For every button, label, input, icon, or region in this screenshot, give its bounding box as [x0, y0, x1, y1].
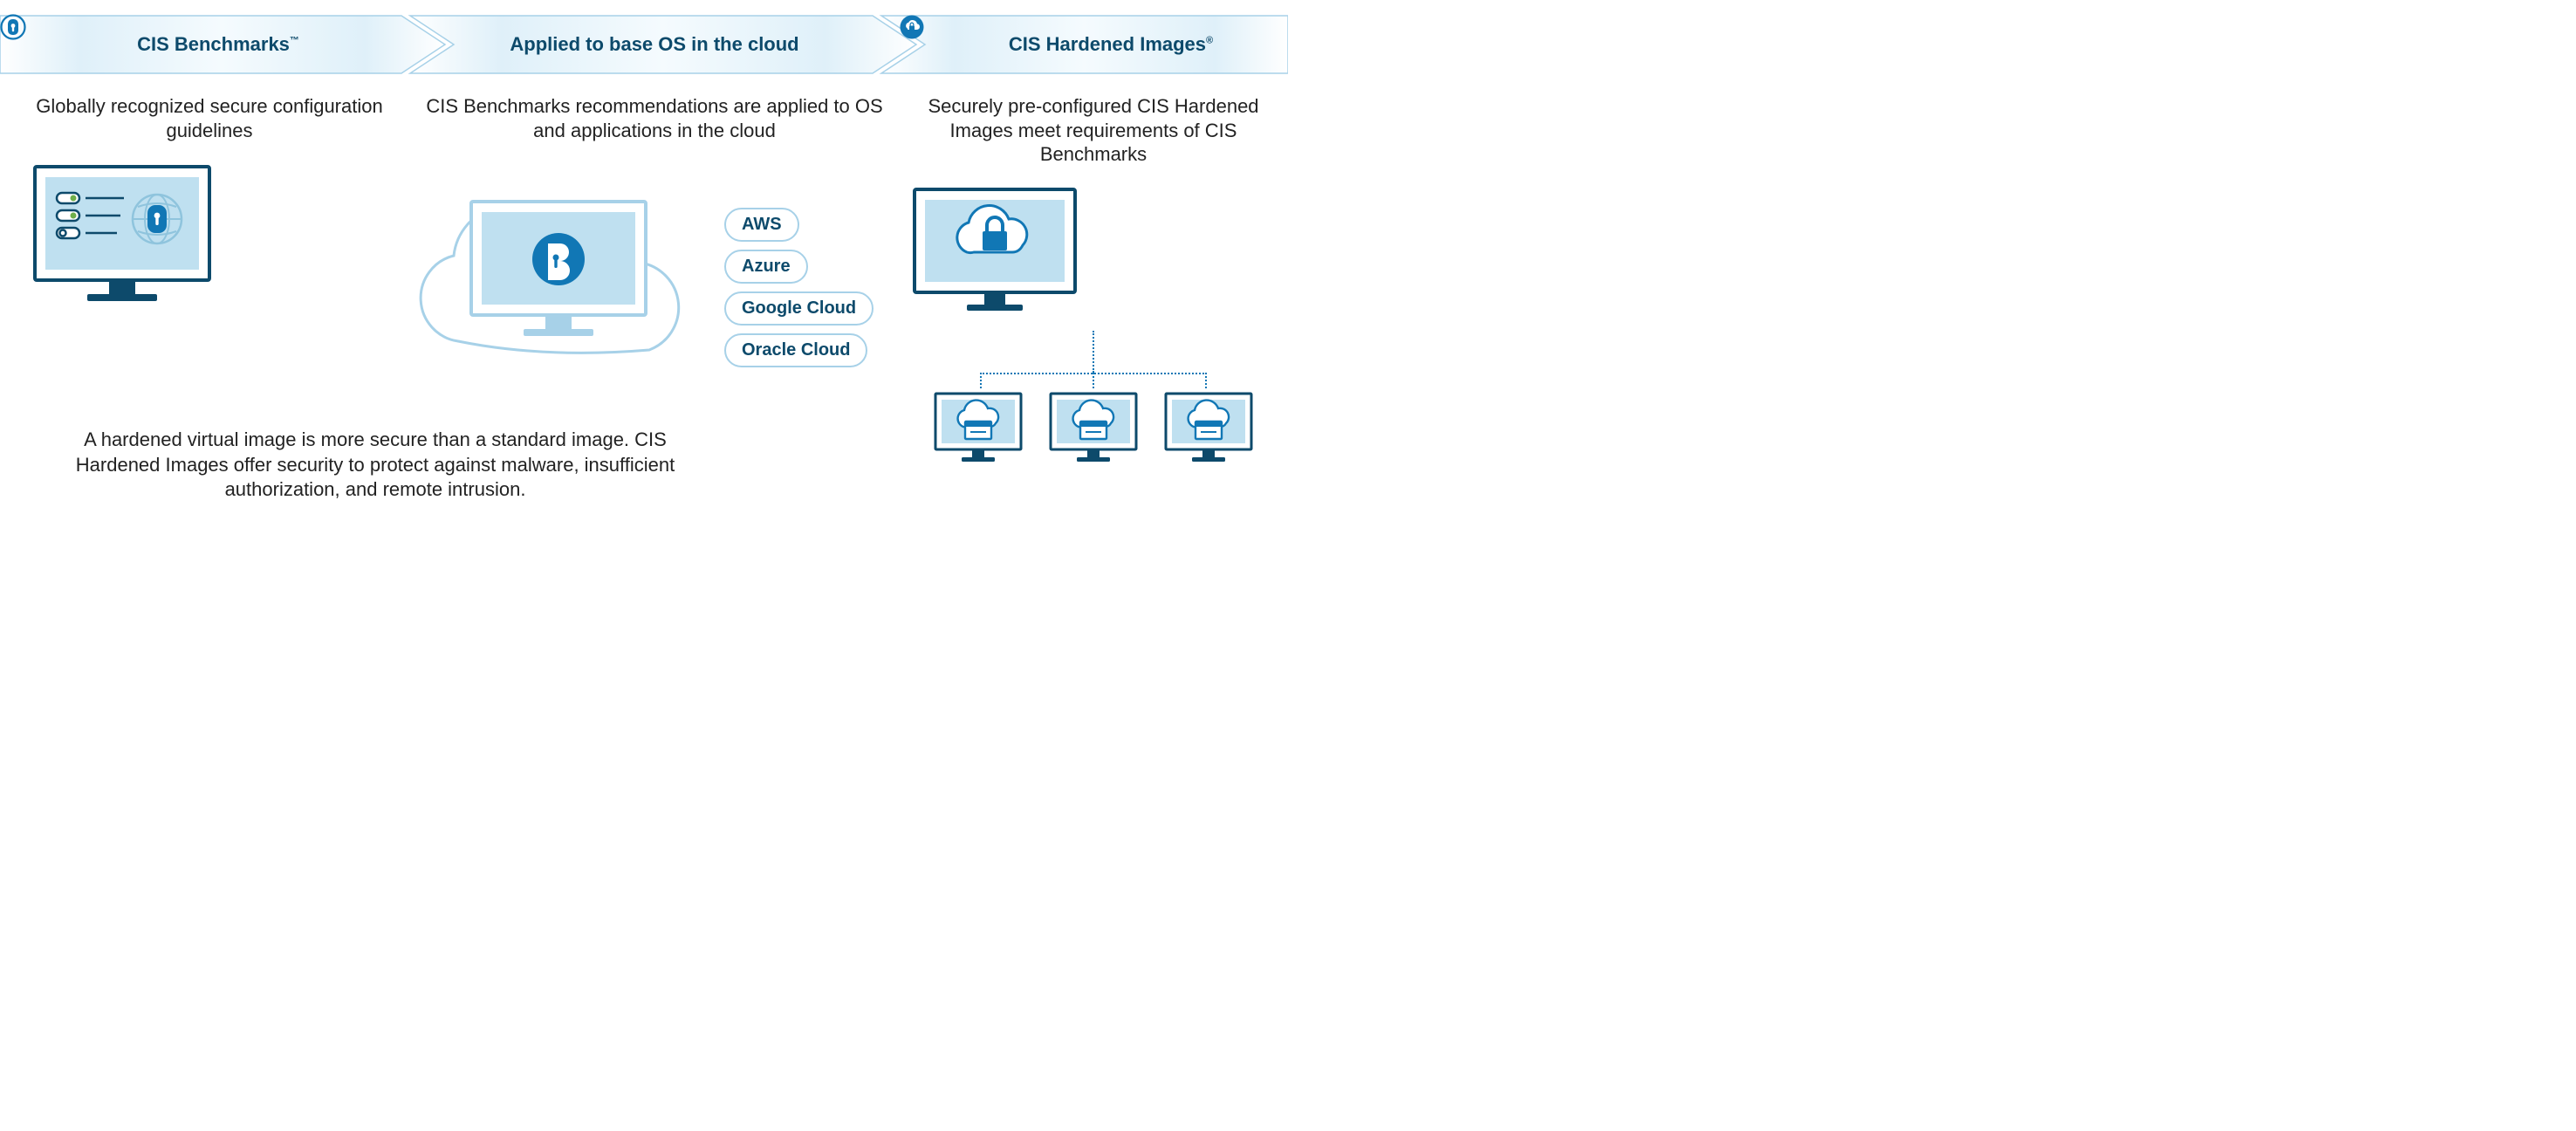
monitor-benchmarks-icon	[17, 158, 401, 324]
mini-monitor-icon	[930, 390, 1026, 470]
cis-hardened-images-logo-icon	[974, 31, 1000, 58]
cis-hardened-images-diagram: CIS Benchmarks™ Applied to base OS in th…	[0, 0, 1288, 566]
col3-description: Securely pre-configured CIS Hardened Ima…	[899, 94, 1288, 167]
mini-monitors-row	[899, 390, 1288, 470]
band-col3-mark: ®	[1206, 36, 1213, 46]
cloud-providers-list: AWS Azure Google Cloud Oracle Cloud	[724, 208, 890, 367]
monitor-lock-icon	[899, 182, 1288, 331]
arrow-band: CIS Benchmarks™ Applied to base OS in th…	[0, 14, 1288, 75]
bottom-paragraph: A hardened virtual image is more secure …	[52, 428, 698, 503]
provider-pill: Google Cloud	[724, 291, 874, 326]
band-col3-title: CIS Hardened Images	[1009, 33, 1206, 55]
provider-pill: Oracle Cloud	[724, 333, 867, 367]
column-hardened-images: Securely pre-configured CIS Hardened Ima…	[899, 87, 1288, 470]
provider-pill: AWS	[724, 208, 799, 242]
col1-description: Globally recognized secure configuration…	[17, 94, 401, 142]
mini-monitor-icon	[1045, 390, 1141, 470]
band-col3: CIS Hardened Images®	[899, 14, 1288, 75]
cis-benchmarks-logo-icon	[102, 31, 128, 58]
mini-monitor-icon	[1161, 390, 1257, 470]
column-benchmarks: Globally recognized secure configuration…	[17, 87, 401, 324]
dotted-connector-horizontal	[954, 373, 1233, 390]
band-col2-title: Applied to base OS in the cloud	[510, 33, 798, 56]
dotted-connector-vertical	[1093, 331, 1094, 373]
band-col1-mark: ™	[290, 36, 299, 46]
band-col2: Applied to base OS in the cloud	[410, 14, 899, 75]
col2-description: CIS Benchmarks recommendations are appli…	[410, 94, 899, 142]
band-col1-title: CIS Benchmarks	[137, 33, 290, 55]
band-col1: CIS Benchmarks™	[0, 14, 401, 75]
provider-pill: Azure	[724, 250, 808, 284]
